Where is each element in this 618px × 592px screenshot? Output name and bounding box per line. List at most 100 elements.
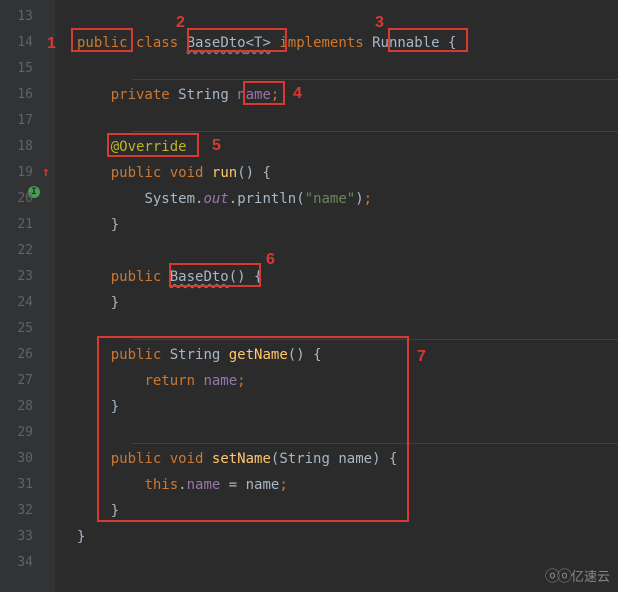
- line-number[interactable]: 28: [0, 394, 55, 420]
- brace: {: [448, 35, 456, 51]
- line-number[interactable]: 26: [0, 342, 55, 368]
- system-class: System.: [144, 191, 203, 207]
- code-area[interactable]: public class BaseDto<T> implements Runna…: [55, 0, 618, 592]
- code-line[interactable]: }: [77, 290, 618, 316]
- paren-open: (: [296, 191, 304, 207]
- line-number[interactable]: 29: [0, 420, 55, 446]
- keyword-private: private: [111, 87, 170, 103]
- code-line[interactable]: @Override: [77, 134, 618, 160]
- code-line[interactable]: [77, 4, 618, 30]
- out-field: out: [203, 191, 228, 207]
- field-name: name: [203, 373, 237, 389]
- keyword-return: return: [144, 373, 195, 389]
- line-number[interactable]: 31: [0, 472, 55, 498]
- line-number[interactable]: 22: [0, 238, 55, 264]
- equals: =: [220, 477, 245, 493]
- line-number[interactable]: 16: [0, 82, 55, 108]
- code-line[interactable]: [77, 550, 618, 576]
- line-number[interactable]: 25: [0, 316, 55, 342]
- brace: {: [313, 347, 321, 363]
- code-line[interactable]: System.out.println("name");: [77, 186, 618, 212]
- type-string: String: [170, 347, 221, 363]
- interface-name: Runnable: [372, 35, 439, 51]
- dot: .: [178, 477, 186, 493]
- code-line[interactable]: public BaseDto() {: [77, 264, 618, 290]
- annotation-label-6: 6: [266, 251, 275, 269]
- line-number[interactable]: 23: [0, 264, 55, 290]
- param-name: name: [338, 451, 372, 467]
- line-number[interactable]: 34: [0, 550, 55, 576]
- line-number[interactable]: 15: [0, 56, 55, 82]
- line-number[interactable]: 27: [0, 368, 55, 394]
- code-line[interactable]: [77, 420, 618, 446]
- annotation-label-5: 5: [212, 137, 221, 155]
- generic-type: <T>: [246, 35, 271, 51]
- line-number[interactable]: 20: [0, 186, 55, 212]
- brace-close: }: [111, 295, 119, 311]
- param-ref: name: [246, 477, 280, 493]
- watermark-text: 亿速云: [571, 566, 610, 585]
- line-number[interactable]: 17: [0, 108, 55, 134]
- keyword-public: public: [111, 165, 162, 181]
- code-line[interactable]: public void run() {: [77, 160, 618, 186]
- semicolon: ;: [271, 87, 279, 103]
- parens: (): [288, 347, 305, 363]
- keyword-void: void: [170, 451, 204, 467]
- method-setname: setName: [212, 451, 271, 467]
- semicolon: ;: [237, 373, 245, 389]
- code-line[interactable]: [77, 316, 618, 342]
- line-number[interactable]: 30: [0, 446, 55, 472]
- line-number[interactable]: 18: [0, 134, 55, 160]
- method-getname: getName: [229, 347, 288, 363]
- keyword-void: void: [170, 165, 204, 181]
- line-number[interactable]: 19 I ↑: [0, 160, 55, 186]
- paren-close: ): [355, 191, 363, 207]
- brace: {: [389, 451, 397, 467]
- code-line[interactable]: }: [77, 524, 618, 550]
- code-line[interactable]: [77, 56, 618, 82]
- arrow-up-icon: ↑: [42, 160, 50, 186]
- brace-close: }: [111, 503, 119, 519]
- line-number[interactable]: 21: [0, 212, 55, 238]
- annotation-label-2: 2: [176, 14, 185, 32]
- code-line[interactable]: }: [77, 498, 618, 524]
- parens: (): [237, 165, 254, 181]
- code-line[interactable]: public class BaseDto<T> implements Runna…: [77, 30, 618, 56]
- brace-close: }: [111, 217, 119, 233]
- code-line[interactable]: }: [77, 394, 618, 420]
- watermark: ⓞⓞ 亿速云: [545, 565, 610, 586]
- constructor-name: BaseDto: [170, 269, 229, 285]
- brace-close: }: [111, 399, 119, 415]
- watermark-logo-icon: ⓞⓞ: [545, 565, 569, 586]
- keyword-class: class: [136, 35, 178, 51]
- code-line[interactable]: public String getName() {: [77, 342, 618, 368]
- brace-close: }: [77, 529, 85, 545]
- line-number[interactable]: 33: [0, 524, 55, 550]
- code-line[interactable]: public void setName(String name) {: [77, 446, 618, 472]
- code-line[interactable]: [77, 238, 618, 264]
- brace: {: [262, 165, 270, 181]
- annotation-label-3: 3: [375, 14, 384, 32]
- line-number[interactable]: 32: [0, 498, 55, 524]
- code-line[interactable]: }: [77, 212, 618, 238]
- code-line[interactable]: [77, 108, 618, 134]
- code-line[interactable]: this.name = name;: [77, 472, 618, 498]
- code-line[interactable]: private String name;: [77, 82, 618, 108]
- method-println: println: [237, 191, 296, 207]
- field-name: name: [187, 477, 221, 493]
- keyword-public: public: [111, 451, 162, 467]
- dot: .: [229, 191, 237, 207]
- semicolon: ;: [279, 477, 287, 493]
- annotation-override: @Override: [111, 139, 187, 155]
- keyword-this: this: [144, 477, 178, 493]
- string-literal: "name": [305, 191, 356, 207]
- line-number[interactable]: 13: [0, 4, 55, 30]
- param-type: String: [279, 451, 330, 467]
- gutter: 13 14 15 16 17 18 19 I ↑ 20 21 22 23 24 …: [0, 0, 55, 592]
- code-line[interactable]: return name;: [77, 368, 618, 394]
- annotation-label-4: 4: [293, 85, 302, 103]
- line-number[interactable]: 24: [0, 290, 55, 316]
- method-run: run: [212, 165, 237, 181]
- paren-close: ): [372, 451, 380, 467]
- parens: (): [229, 269, 246, 285]
